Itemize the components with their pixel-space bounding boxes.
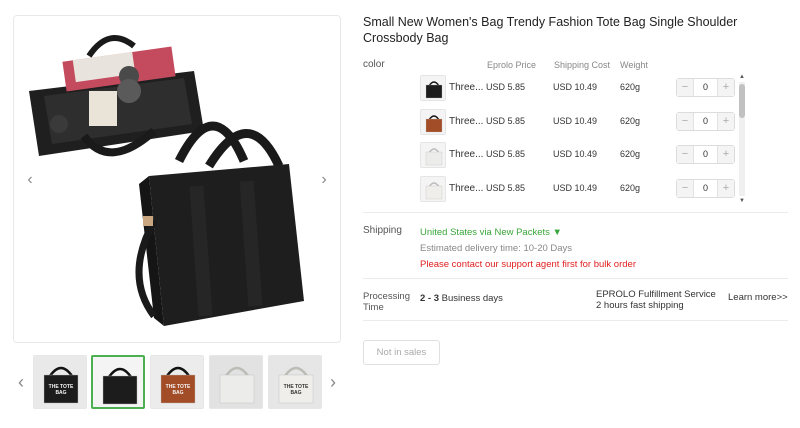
thumbnail-prev-icon[interactable]: ‹ [13,370,29,394]
decrement-button[interactable]: − [677,112,693,130]
variant-thumbnail[interactable] [420,108,446,135]
learn-more-link[interactable]: Learn more>> [728,292,788,303]
variant-weight: 620g [620,149,641,159]
scroll-up-icon[interactable]: ▲ [737,72,747,82]
product-thumbnail[interactable] [91,355,145,409]
variant-weight: 620g [620,82,641,92]
bulk-order-warning: Please contact our support agent first f… [420,259,636,270]
decrement-button[interactable]: − [677,146,693,163]
quantity-input[interactable]: 0 [693,179,718,197]
thumbnail-next-icon[interactable]: › [325,370,341,394]
product-title: Small New Women's Bag Trendy Fashion Tot… [363,15,738,45]
product-main-image: ‹ › [13,15,341,343]
decrement-button[interactable]: − [677,179,693,197]
tote-bag-illustration [14,16,340,342]
thumbnail-text: THE TOTE BAG [48,384,74,396]
product-thumbnail[interactable]: THE TOTE BAG [150,355,204,409]
variant-name: Three... [449,182,484,194]
quantity-stepper[interactable]: − 0 + [676,178,735,198]
fulfillment-info: EPROLO Fulfillment Service 2 hours fast … [596,289,716,311]
increment-button[interactable]: + [718,112,734,130]
increment-button[interactable]: + [718,146,734,163]
product-thumbnail[interactable] [209,355,263,409]
thumbnail-strip: ‹ THE TOTE BAG THE TOTE BAG THE TOTE BAG… [13,355,343,411]
variant-price: USD 5.85 [486,115,526,126]
variant-name: Three... [449,149,484,160]
product-thumbnail[interactable]: THE TOTE BAG [268,355,322,409]
color-label: color [363,59,385,70]
quantity-stepper[interactable]: − 0 + [676,78,735,97]
decrement-button[interactable]: − [677,79,693,96]
quantity-input[interactable]: 0 [693,79,718,96]
delivery-time: Estimated delivery time: 10-20 Days [420,243,573,254]
variant-row: Three... USD 5.85 USD 10.49 620g − 0 + [418,139,748,173]
scroll-thumb[interactable] [739,84,745,118]
price-header: Eprolo Price [487,60,537,70]
variant-scrollbar[interactable]: ▲ ▼ [737,72,747,206]
shipping-label: Shipping [363,225,402,236]
variant-thumbnail[interactable] [420,175,446,202]
increment-button[interactable]: + [718,179,734,197]
divider [363,212,788,213]
variant-shipping-cost: USD 10.49 [553,82,598,92]
processing-days-suffix: Business days [439,293,503,304]
processing-time-label: Processing Time [363,291,410,313]
chevron-left-icon[interactable]: ‹ [22,168,38,192]
quantity-input[interactable]: 0 [693,112,718,130]
scroll-down-icon[interactable]: ▼ [737,196,747,206]
variant-price: USD 5.85 [486,149,526,159]
fulfillment-title: EPROLO Fulfillment Service [596,289,716,300]
variant-thumbnail[interactable] [420,75,446,101]
thumbnail-text: THE TOTE BAG [165,384,191,396]
variant-list: Three... USD 5.85 USD 10.49 620g − 0 + T… [418,72,748,206]
variant-name: Three... [449,115,484,127]
divider [363,278,788,279]
variant-shipping-cost: USD 10.49 [553,182,598,193]
chevron-right-icon[interactable]: › [316,168,332,192]
product-thumbnail[interactable]: THE TOTE BAG [33,355,87,409]
variant-shipping-cost: USD 10.49 [553,149,598,159]
processing-days: 2 - 3 Business days [420,293,503,304]
shipping-method-select[interactable]: United States via New Packets ▼ [420,227,562,238]
variant-thumbnail[interactable] [420,142,446,168]
variant-price: USD 5.85 [486,82,526,92]
variant-row: Three... USD 5.85 USD 10.49 620g − 0 + [418,72,748,106]
variant-weight: 620g [620,182,641,193]
divider [363,320,788,321]
fulfillment-subtitle: 2 hours fast shipping [596,300,684,311]
not-in-sales-button[interactable]: Not in sales [363,340,440,365]
increment-button[interactable]: + [718,79,734,96]
quantity-stepper[interactable]: − 0 + [676,111,735,131]
variant-name: Three... [449,82,484,93]
quantity-stepper[interactable]: − 0 + [676,145,735,164]
variant-price: USD 5.85 [486,182,526,193]
variant-weight: 620g [620,115,641,126]
shipping-cost-header: Shipping Cost [554,60,611,70]
variant-row: Three... USD 5.85 USD 10.49 620g − 0 + [418,106,748,140]
processing-days-range: 2 - 3 [420,293,440,304]
variant-shipping-cost: USD 10.49 [553,115,598,126]
variant-row: Three... USD 5.85 USD 10.49 620g − 0 + [418,173,748,207]
thumbnail-text: THE TOTE BAG [283,384,309,396]
weight-header: Weight [620,60,648,70]
quantity-input[interactable]: 0 [693,146,718,163]
